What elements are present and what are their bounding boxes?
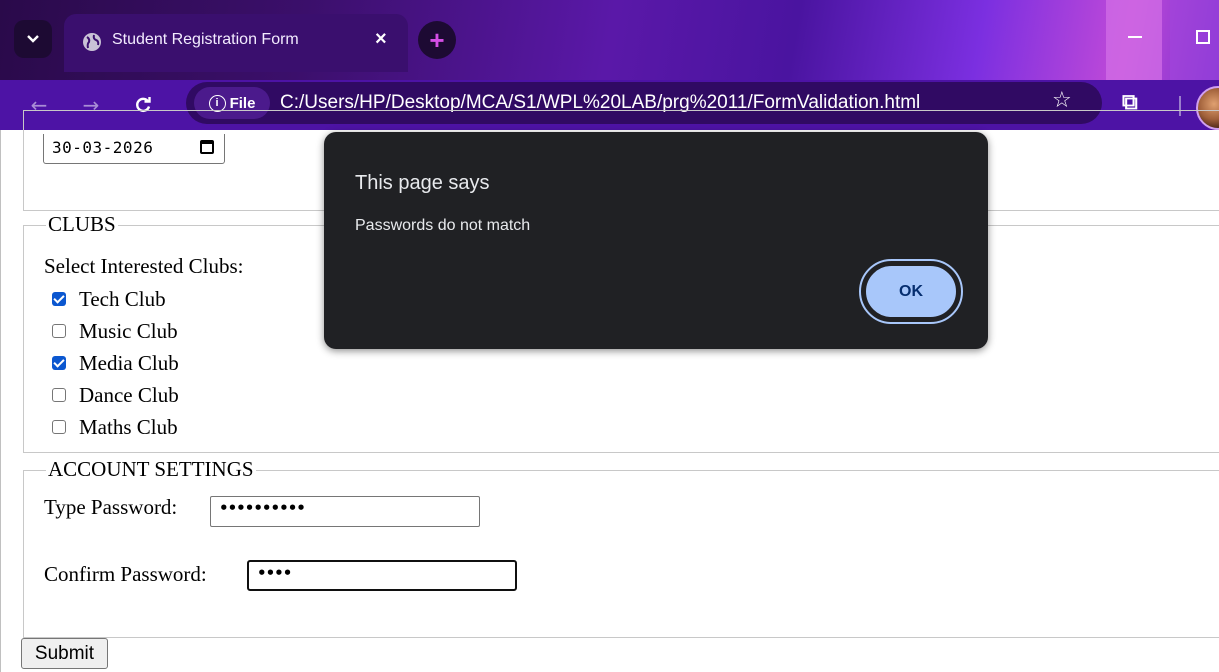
music-club-checkbox[interactable] [52, 324, 66, 338]
chevron-down-icon [27, 35, 39, 43]
site-chip-label: File [229, 94, 256, 112]
club-label: Media Club [79, 350, 179, 375]
confirm-password-label: Confirm Password: [44, 562, 207, 586]
club-option[interactable]: Tech Club [52, 286, 166, 312]
club-label: Dance Club [79, 382, 179, 407]
tab-strip: Student Registration Form × + [0, 0, 1219, 80]
maximize-button[interactable] [1170, 0, 1219, 80]
dialog-title: This page says [355, 172, 490, 194]
clubs-prompt: Select Interested Clubs: [44, 254, 244, 278]
tab-search-button[interactable] [14, 20, 52, 58]
submit-button[interactable]: Submit [21, 638, 108, 669]
club-label: Music Club [79, 318, 178, 343]
minimize-icon [1128, 36, 1142, 38]
info-icon: i [208, 94, 226, 112]
password-input[interactable]: •••••••••• [210, 496, 480, 527]
tab-student-registration[interactable]: Student Registration Form × [64, 14, 408, 72]
clubs-legend: CLUBS [46, 212, 118, 237]
dance-club-checkbox[interactable] [52, 388, 66, 402]
tech-club-checkbox[interactable] [52, 292, 66, 306]
password-mask: •••••••••• [219, 499, 306, 517]
dialog-message: Passwords do not match [355, 217, 531, 234]
ok-button[interactable]: OK [864, 264, 958, 319]
new-tab-button[interactable]: + [418, 21, 456, 59]
globe-icon [83, 33, 101, 51]
club-option[interactable]: Dance Club [52, 382, 179, 408]
club-option[interactable]: Music Club [52, 318, 178, 344]
password-label: Type Password: [44, 495, 178, 519]
maths-club-checkbox[interactable] [52, 420, 66, 434]
confirm-password-mask: •••• [257, 564, 292, 582]
date-value: 30-03-2026 [52, 138, 154, 157]
club-option[interactable]: Media Club [52, 350, 179, 376]
confirm-password-input[interactable]: •••• [247, 560, 517, 591]
date-input[interactable]: 30-03-2026 [43, 134, 225, 164]
media-club-checkbox[interactable] [52, 356, 66, 370]
minimize-button[interactable] [1106, 0, 1162, 80]
tab-title: Student Registration Form [112, 31, 299, 48]
alert-dialog: This page says Passwords do not match OK [324, 132, 988, 349]
maximize-icon [1196, 30, 1210, 44]
club-option[interactable]: Maths Club [52, 414, 178, 440]
club-label: Maths Club [79, 414, 178, 439]
club-label: Tech Club [79, 286, 166, 311]
calendar-icon[interactable] [200, 140, 214, 154]
account-legend: ACCOUNT SETTINGS [46, 457, 256, 482]
tab-close-icon[interactable]: × [375, 28, 387, 51]
account-settings-fieldset: ACCOUNT SETTINGS Type Password: ••••••••… [23, 457, 1219, 638]
